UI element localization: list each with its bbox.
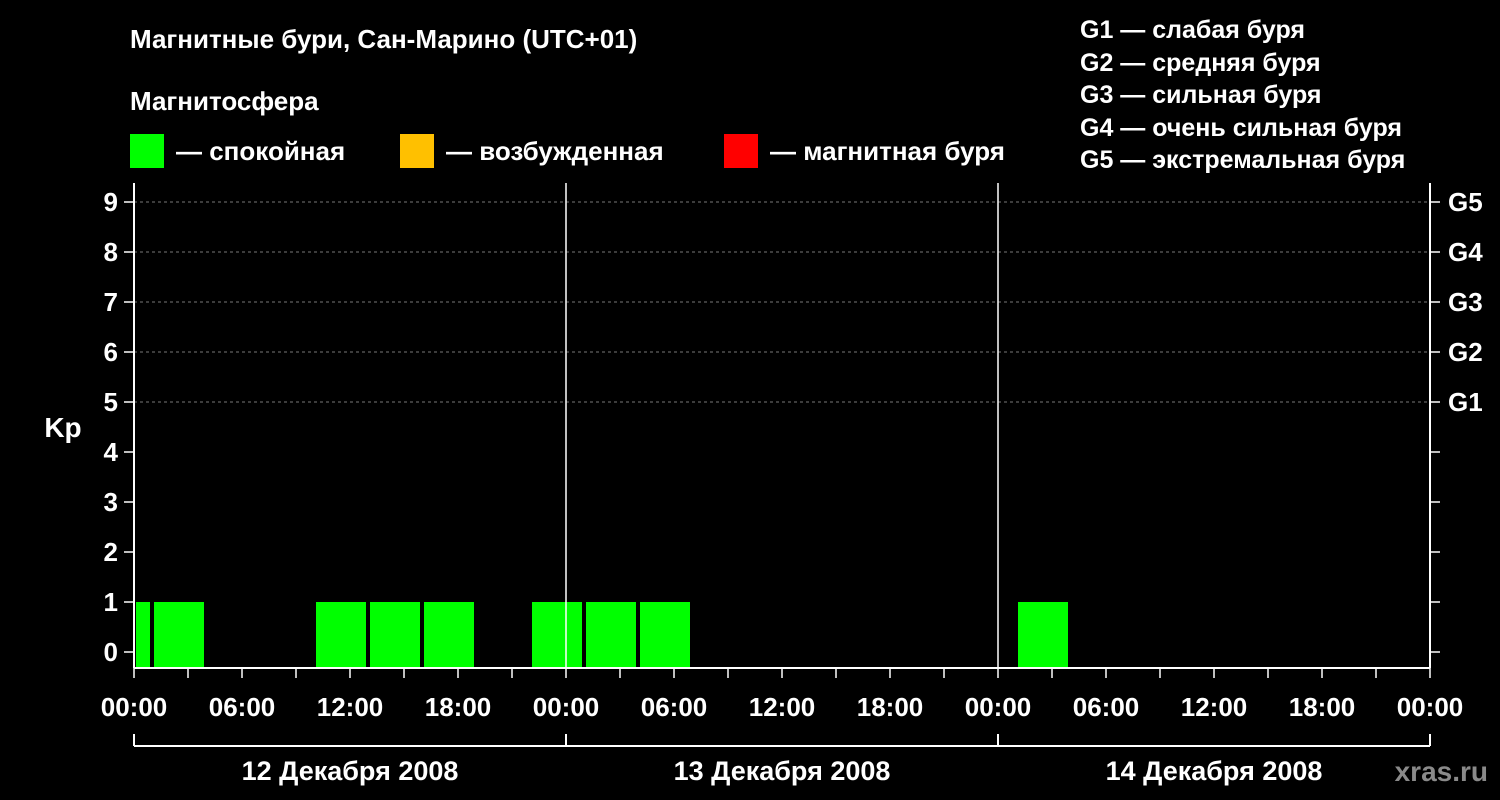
y-tick-label: 6	[104, 337, 118, 367]
magnetosphere-heading: Магнитосфера	[130, 86, 319, 116]
x-tick-label: 12:00	[749, 692, 816, 722]
x-tick-label: 00:00	[965, 692, 1032, 722]
kp-bar	[154, 602, 204, 667]
chart-title: Магнитные бури, Сан-Марино (UTC+01)	[130, 24, 638, 54]
y-tick-label: 0	[104, 637, 118, 667]
kp-bar	[586, 602, 636, 667]
legend-label-storm: — магнитная буря	[770, 135, 1005, 166]
y-axis-label: Kp	[44, 412, 81, 443]
y-tick-label: 2	[104, 537, 118, 567]
y-tick-label: 7	[104, 287, 118, 317]
x-tick-label: 06:00	[209, 692, 276, 722]
y-tick-label: 4	[104, 437, 119, 467]
g-tick-label: G3	[1448, 287, 1483, 317]
kp-bar	[424, 602, 474, 667]
g-scale-legend: G1 — слабая буря G2 — средняя буря G3 — …	[1080, 14, 1405, 177]
x-tick-label: 18:00	[425, 692, 492, 722]
day-label: 14 Декабря 2008	[1106, 756, 1323, 786]
legend-item-excited: — возбужденная	[400, 134, 664, 168]
x-tick-label: 06:00	[641, 692, 708, 722]
grid-layer	[134, 201, 1430, 403]
day-label: 12 Декабря 2008	[242, 756, 459, 786]
y-tick-label: 3	[104, 487, 118, 517]
watermark: xras.ru	[1394, 756, 1488, 787]
g-tick-label: G1	[1448, 387, 1483, 417]
legend-label-quiet: — спокойная	[176, 135, 346, 166]
g-scale-line: G3 — сильная буря	[1080, 81, 1322, 109]
g-scale-line: G2 — средняя буря	[1080, 48, 1321, 77]
y-tick-label: 8	[104, 237, 118, 267]
x-tick-label: 00:00	[533, 692, 600, 722]
y-tick-label: 5	[104, 387, 118, 417]
y-tick-label: 1	[104, 587, 118, 617]
day-label: 13 Декабря 2008	[674, 756, 891, 786]
g-tick-label: G2	[1448, 337, 1483, 367]
labels-layer: 0 1 2 3 4 5 6 7 8 9 G1 G2 G3 G4 G5 Kp 00:00 06:00 12:00 18:…	[44, 187, 1483, 786]
kp-bar	[136, 602, 150, 667]
g-scale-line: G1 — слабая буря	[1080, 16, 1306, 44]
x-tick-label: 00:00	[1397, 692, 1464, 722]
legend-item-storm: — магнитная буря	[724, 134, 1005, 168]
x-tick-label: 12:00	[317, 692, 384, 722]
g-scale-line: G4 — очень сильная буря	[1080, 113, 1402, 142]
kp-bar	[532, 602, 582, 667]
kp-bar	[316, 602, 366, 667]
y-tick-label: 9	[104, 187, 118, 217]
x-tick-label: 18:00	[1289, 692, 1356, 722]
legend-label-excited: — возбужденная	[446, 135, 664, 166]
legend-swatch-storm	[724, 134, 758, 168]
g-tick-label: G4	[1448, 237, 1483, 267]
g-scale-line: G5 — экстремальная буря	[1080, 146, 1406, 174]
x-tick-label: 18:00	[857, 692, 924, 722]
kp-bar	[1018, 602, 1068, 667]
legend-swatch-excited	[400, 134, 434, 168]
bars-layer	[136, 602, 1068, 667]
legend-swatch-quiet	[130, 134, 164, 168]
g-tick-label: G5	[1448, 187, 1483, 217]
x-tick-label: 00:00	[101, 692, 168, 722]
x-tick-label: 12:00	[1181, 692, 1248, 722]
kp-bar	[640, 602, 690, 667]
legend-item-quiet: — спокойная	[130, 134, 345, 168]
x-tick-label: 06:00	[1073, 692, 1140, 722]
kp-bar	[370, 602, 420, 667]
